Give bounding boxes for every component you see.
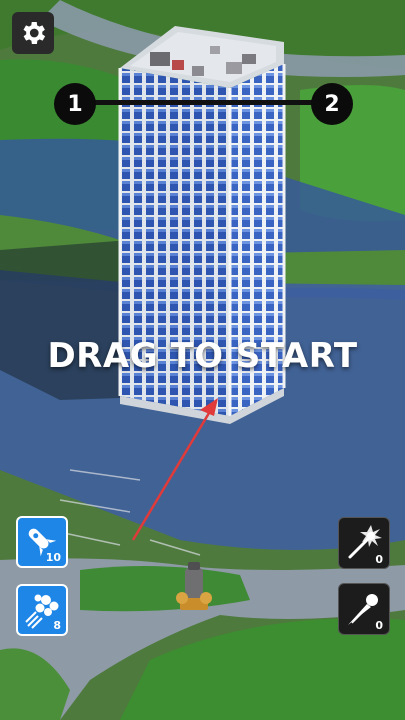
roof-unit — [192, 66, 204, 76]
fire-wand-button[interactable]: 0 — [338, 517, 390, 569]
roof-unit — [172, 60, 184, 70]
meteor-count: 0 — [375, 619, 383, 632]
drag-to-start-prompt: DRAG TO START — [47, 336, 358, 376]
rocket-ammo-button[interactable]: 10 — [16, 516, 68, 568]
roof-unit — [226, 62, 242, 74]
next-level-badge: 2 — [311, 83, 353, 125]
settings-button[interactable] — [12, 12, 54, 54]
cluster-ammo-count: 8 — [53, 619, 61, 632]
gear-icon — [23, 22, 46, 44]
rocket-ammo-count: 10 — [45, 551, 61, 564]
meteor-button[interactable]: 0 — [338, 583, 390, 635]
fire-wand-count: 0 — [375, 553, 383, 566]
current-level-badge: 1 — [54, 83, 96, 125]
roof-unit — [150, 52, 170, 66]
roof-unit — [242, 54, 256, 64]
cluster-ammo-button[interactable]: 8 — [16, 584, 68, 636]
level-progress-bar — [60, 100, 340, 105]
roof-unit — [210, 46, 220, 54]
